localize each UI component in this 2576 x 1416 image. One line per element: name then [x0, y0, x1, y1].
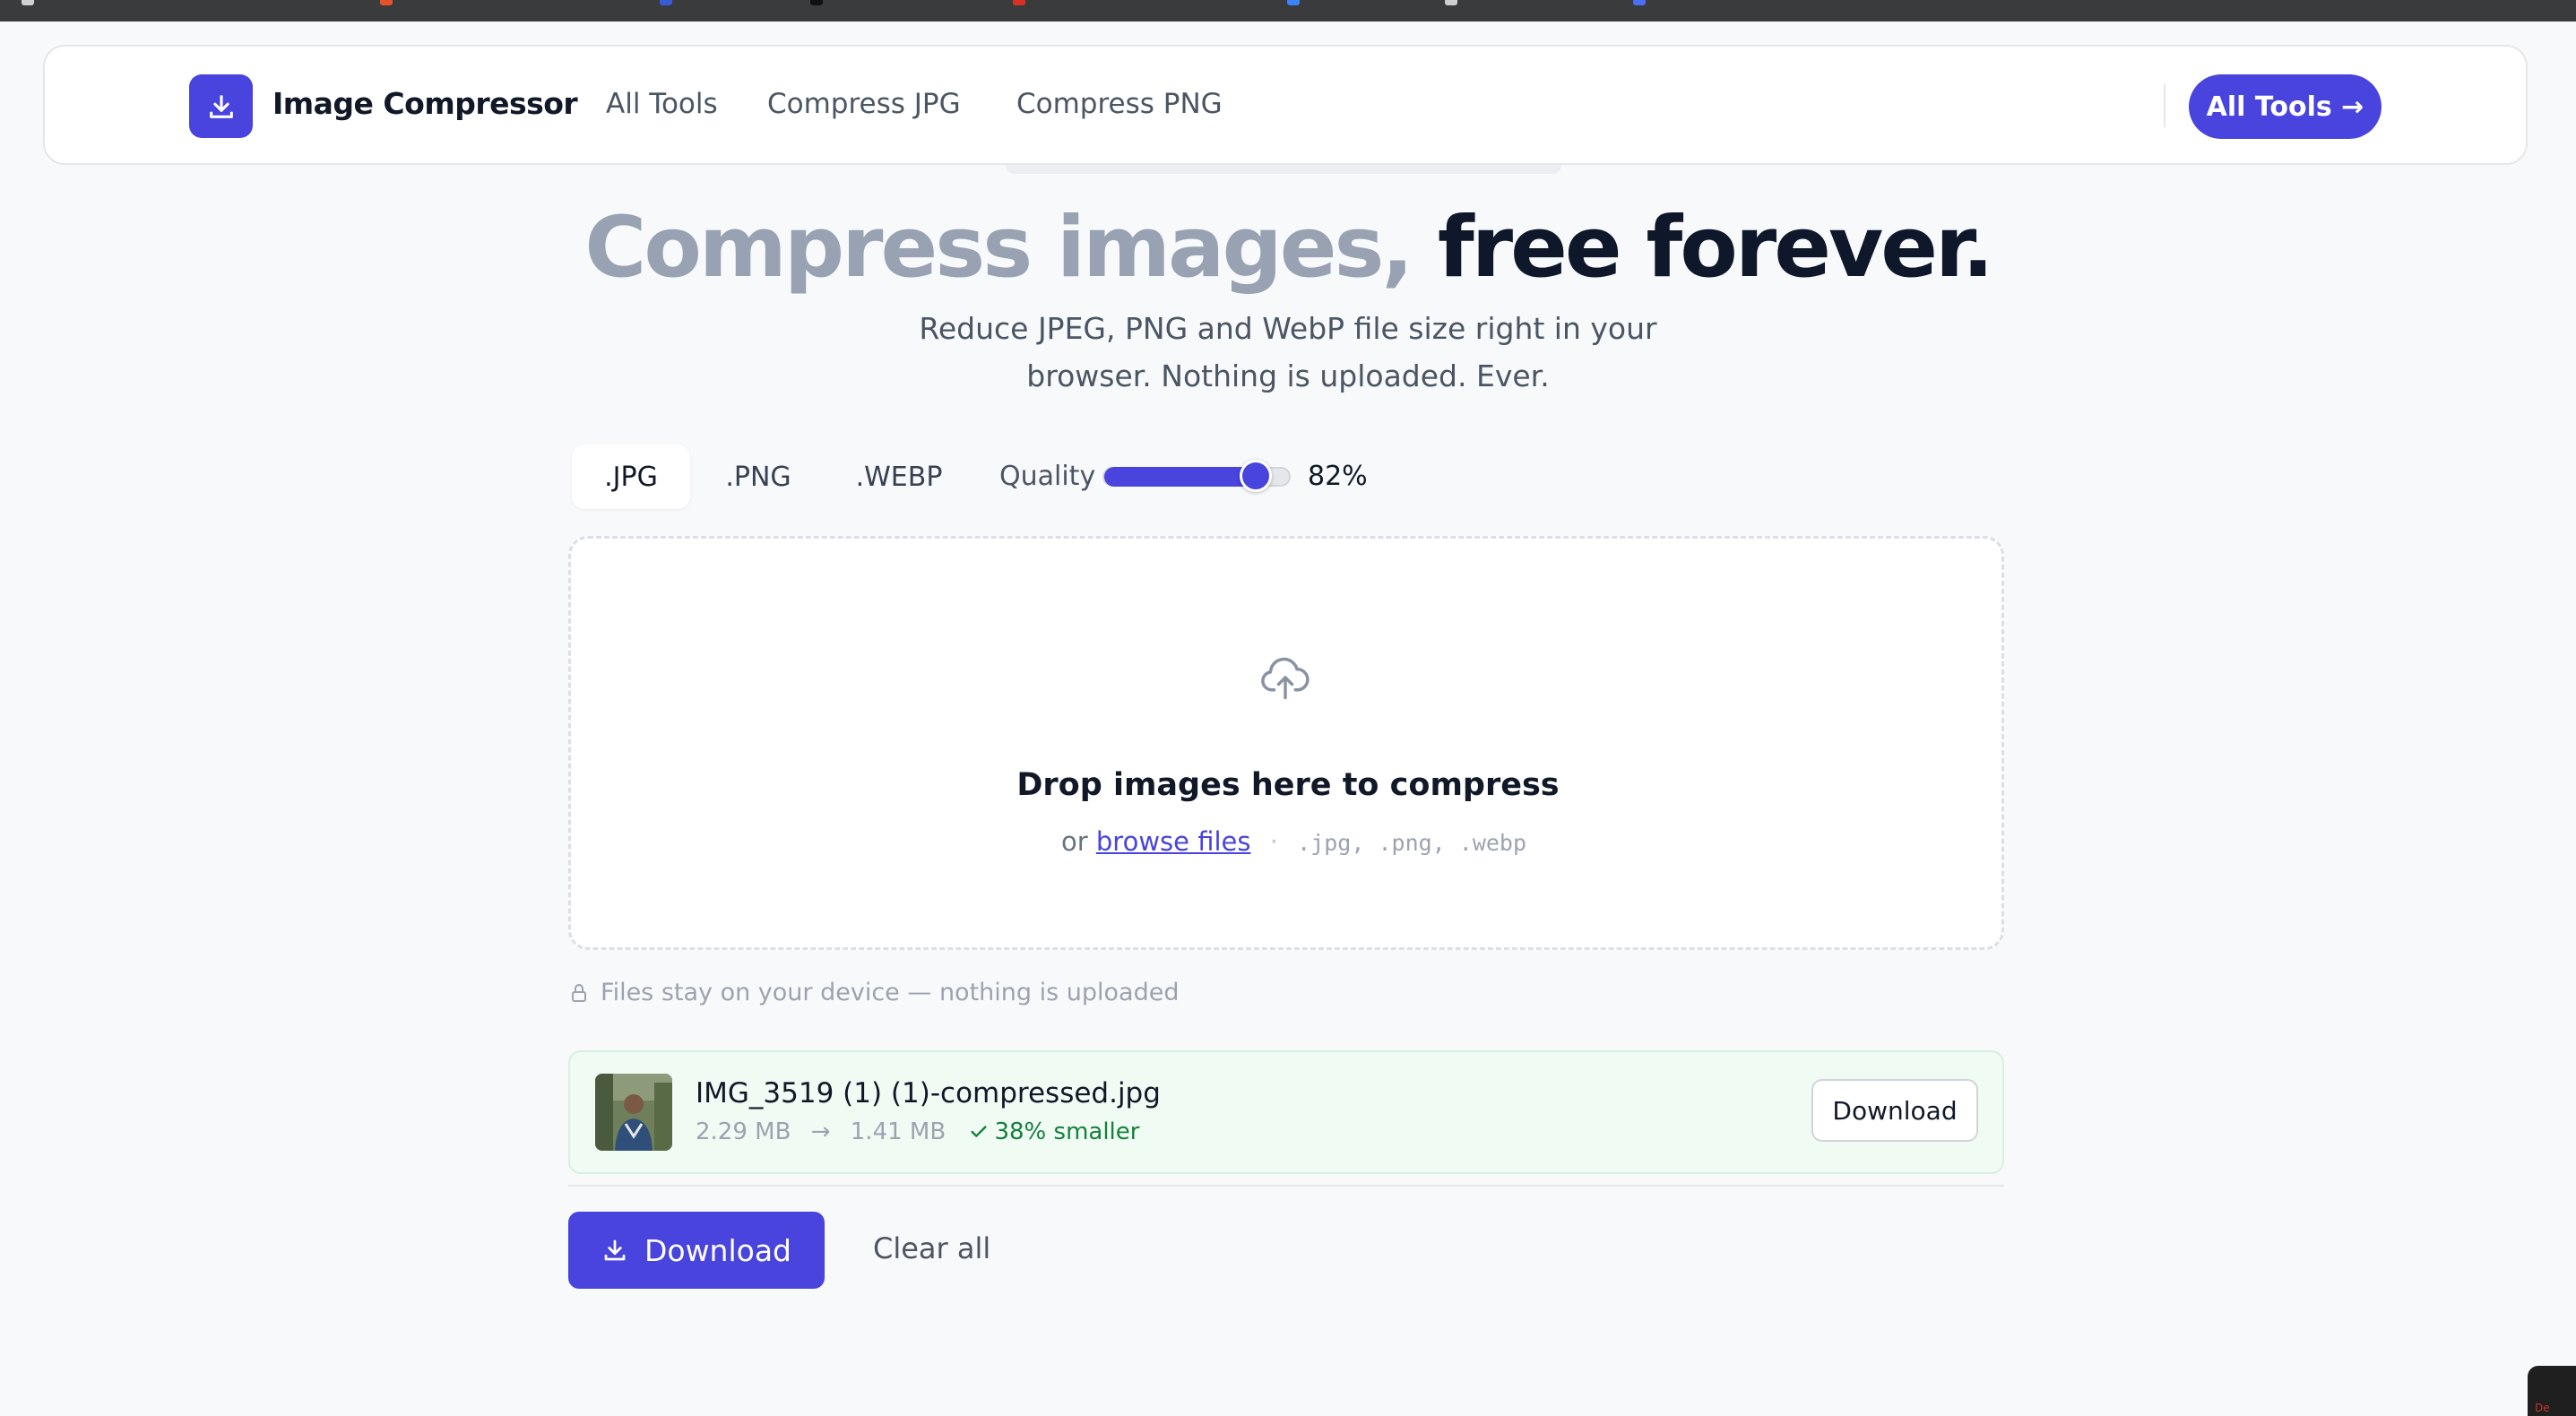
- title-dark: free forever.: [1437, 199, 1994, 297]
- file-thumbnail: [595, 1074, 672, 1151]
- corner-widget[interactable]: De: [2528, 1366, 2576, 1416]
- compressed-size: 1.41 MB: [850, 1118, 947, 1145]
- page-subtitle: Reduce JPEG, PNG and WebP file size righ…: [896, 305, 1680, 400]
- page-title: Compress images, free forever.: [0, 199, 2576, 297]
- nav-link-compress-jpg[interactable]: Compress JPG: [767, 88, 961, 120]
- quality-value: 82%: [1308, 461, 1368, 492]
- drop-zone-title: Drop images here to compress: [1016, 767, 1560, 803]
- download-all-button[interactable]: Download: [568, 1212, 825, 1289]
- file-name: IMG_3519 (1) (1)-compressed.jpg: [696, 1077, 1161, 1109]
- nav-link-compress-png[interactable]: Compress PNG: [1016, 88, 1223, 120]
- download-all-label: Download: [644, 1232, 792, 1268]
- logo[interactable]: [189, 74, 253, 138]
- original-size: 2.29 MB: [696, 1118, 791, 1145]
- quality-label: Quality: [999, 461, 1096, 492]
- format-tab-webp[interactable]: .WEBP: [841, 445, 957, 509]
- brand-name[interactable]: Image Compressor: [272, 86, 578, 121]
- all-tools-button[interactable]: All Tools →: [2189, 74, 2382, 139]
- subtitle-line-2: browser. Nothing is uploaded. Ever.: [1026, 358, 1550, 393]
- download-icon: [209, 94, 233, 118]
- quality-slider-fill: [1104, 467, 1256, 487]
- drop-zone-subtitle: or browse files · .jpg, .png, .webp: [1061, 826, 1526, 857]
- file-size-info: 2.29 MB → 1.41 MB 38% smaller: [696, 1118, 1139, 1145]
- download-icon: [604, 1239, 626, 1261]
- accepted-extensions: .jpg, .png, .webp: [1297, 830, 1527, 856]
- browser-bookmarks-bar: [0, 0, 2576, 22]
- nav-divider: [2164, 84, 2165, 127]
- clear-all-button[interactable]: Clear all: [873, 1231, 990, 1265]
- arrow-right-icon: →: [810, 1118, 831, 1145]
- privacy-text: Files stay on your device — nothing is u…: [601, 979, 1180, 1006]
- savings-badge: 38% smaller: [969, 1118, 1139, 1145]
- quality-slider-thumb[interactable]: [1240, 460, 1272, 492]
- or-text: or: [1061, 826, 1088, 857]
- file-row: IMG_3519 (1) (1)-compressed.jpg 2.29 MB …: [568, 1050, 2004, 1174]
- browse-files-link[interactable]: browse files: [1096, 826, 1251, 857]
- privacy-note: Files stay on your device — nothing is u…: [568, 979, 1179, 1006]
- quality-slider[interactable]: [1102, 460, 1291, 492]
- file-download-button[interactable]: Download: [1811, 1079, 1978, 1142]
- separator-dot: ·: [1269, 826, 1278, 857]
- subtitle-line-1: Reduce JPEG, PNG and WebP file size righ…: [919, 311, 1657, 346]
- title-muted: Compress images,: [584, 199, 1413, 297]
- format-tab-png[interactable]: .PNG: [701, 445, 816, 509]
- cloud-upload-icon: [1261, 657, 1310, 700]
- format-tab-jpg[interactable]: .JPG: [572, 445, 690, 509]
- lock-icon: [572, 983, 586, 1002]
- site-header: Image Compressor All Tools Compress JPG …: [43, 45, 2528, 165]
- section-divider: [568, 1185, 2004, 1187]
- corner-widget-text: De: [2535, 1402, 2550, 1414]
- check-icon: [971, 1126, 987, 1137]
- drop-zone[interactable]: [568, 536, 2004, 950]
- savings-text: 38% smaller: [994, 1118, 1140, 1145]
- decorative-pill: [1006, 165, 1561, 174]
- nav-link-all-tools[interactable]: All Tools: [606, 88, 718, 120]
